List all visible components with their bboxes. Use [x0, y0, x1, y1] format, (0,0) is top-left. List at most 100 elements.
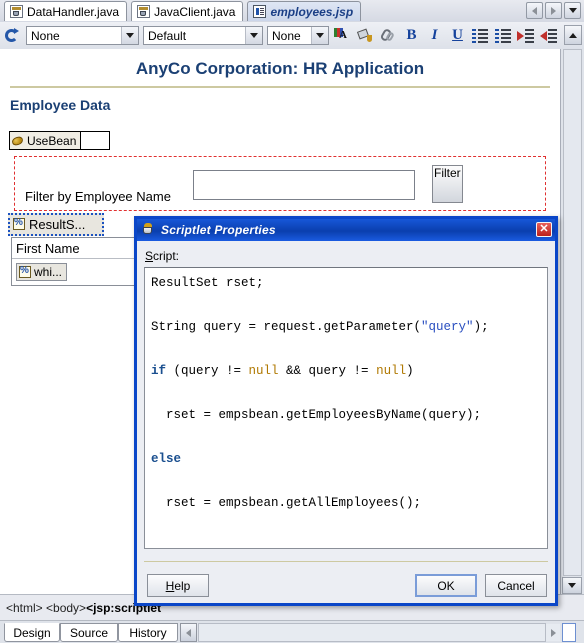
editor-tab-strip: DataHandler.java JavaClient.java employe…: [0, 0, 584, 23]
bold-icon[interactable]: B: [402, 26, 421, 45]
tab-source[interactable]: Source: [60, 623, 118, 642]
page-title: AnyCo Corporation: HR Application: [135, 59, 425, 78]
chevron-down-icon[interactable]: [311, 27, 328, 44]
font-size-combo[interactable]: None: [267, 26, 329, 45]
tab-history[interactable]: History: [118, 623, 178, 642]
jsp-file-icon: [253, 5, 267, 18]
bean-icon: [12, 136, 24, 146]
title-divider: [10, 86, 550, 88]
breadcrumb-prefix: <html> <body>: [6, 600, 87, 615]
usebean-body: [81, 132, 110, 149]
chevron-down-icon: [568, 583, 576, 588]
filter-name-input[interactable]: [193, 170, 415, 200]
java-cup-icon: [141, 223, 156, 237]
tab-design[interactable]: Design: [4, 623, 60, 642]
horizontal-scroll-right-button[interactable]: [546, 624, 560, 641]
link-icon[interactable]: [379, 26, 398, 45]
help-button[interactable]: Help: [147, 574, 209, 597]
editor-tab-label: JavaClient.java: [154, 4, 236, 19]
cancel-button[interactable]: Cancel: [485, 574, 547, 597]
code-line: rset = empsbean.getAllEmployees();: [151, 496, 422, 510]
usebean-label: UseBean: [27, 133, 77, 148]
font-combo[interactable]: Default: [143, 26, 263, 45]
breadcrumb-spacer: [560, 594, 584, 620]
tab-next-button[interactable]: [545, 2, 562, 19]
filter-submit-button[interactable]: Filter: [432, 165, 463, 203]
editor-tab-javaclient[interactable]: JavaClient.java: [131, 1, 244, 21]
editor-tab-datahandler[interactable]: DataHandler.java: [4, 1, 128, 21]
font-color-icon[interactable]: [333, 26, 352, 45]
tab-prev-button[interactable]: [526, 2, 543, 19]
dialog-body: Script: ResultSet rset; String query = r…: [137, 241, 555, 606]
unordered-list-icon[interactable]: [494, 26, 513, 45]
format-toolbar: None Default None B I U: [0, 22, 584, 50]
vertical-scroll-down-button[interactable]: [562, 577, 582, 594]
chevron-down-icon: [568, 8, 577, 13]
editor-tab-employees-jsp[interactable]: employees.jsp: [247, 1, 362, 21]
canvas-vertical-scrollbar[interactable]: [560, 49, 584, 594]
outdent-icon[interactable]: [540, 26, 559, 45]
section-heading: Employee Data: [10, 97, 111, 113]
italic-icon[interactable]: I: [425, 26, 444, 45]
resultset-scriptlet-chip[interactable]: ResultS...: [8, 213, 104, 236]
usebean-widget[interactable]: UseBean: [9, 131, 111, 150]
scrollbar-corner: [562, 623, 576, 642]
chevron-left-icon: [186, 628, 191, 637]
toolbar-scroll-up-button[interactable]: [564, 25, 582, 45]
dialog-title: Scriptlet Properties: [161, 223, 276, 237]
underline-icon[interactable]: U: [448, 26, 467, 45]
jdeveloper-jsp-visual-editor: DataHandler.java JavaClient.java employe…: [0, 0, 584, 643]
while-chip-label: whi...: [34, 265, 63, 279]
code-line: String query = request.getParameter("que…: [151, 320, 489, 334]
fill-color-icon[interactable]: [356, 26, 375, 45]
dialog-divider: [144, 561, 548, 562]
chevron-right-icon: [551, 6, 556, 15]
chevron-down-icon[interactable]: [121, 27, 138, 44]
table-column-header: First Name: [12, 238, 135, 259]
employee-data-table[interactable]: First Name whi...: [11, 237, 136, 286]
vertical-scroll-track[interactable]: [563, 49, 582, 576]
chevron-left-icon: [532, 6, 537, 15]
code-line: if (query != null && query != null): [151, 364, 414, 378]
scriptlet-properties-dialog[interactable]: Scriptlet Properties ✕ Script: ResultSet…: [134, 216, 558, 606]
view-tab-strip: Design Source History: [0, 620, 584, 643]
ok-button[interactable]: OK: [415, 574, 477, 597]
tab-navigation-group: [526, 2, 581, 19]
chevron-down-icon[interactable]: [245, 27, 262, 44]
indent-icon[interactable]: [517, 26, 536, 45]
script-field-label: Script:: [145, 249, 180, 263]
font-combo-value: Default: [148, 28, 187, 43]
horizontal-scroll-track[interactable]: [198, 623, 546, 642]
editor-tab-label: employees.jsp: [270, 4, 354, 19]
style-combo[interactable]: None: [26, 26, 139, 45]
code-line: rset = empsbean.getEmployeesByName(query…: [151, 408, 482, 422]
editor-tab-label: DataHandler.java: [27, 4, 120, 19]
chevron-right-icon: [550, 628, 556, 637]
while-scriptlet-chip[interactable]: whi...: [16, 263, 68, 281]
tab-list-button[interactable]: [564, 2, 581, 19]
filter-form-region[interactable]: Filter by Employee Name Filter: [14, 156, 546, 211]
refresh-icon[interactable]: [3, 26, 22, 45]
scroll-up-icon: [569, 32, 577, 38]
resultset-chip-label: ResultS...: [29, 217, 86, 232]
ordered-list-icon[interactable]: [471, 26, 490, 45]
filter-form-label: Filter by Employee Name: [25, 189, 171, 204]
usebean-chip[interactable]: UseBean: [10, 132, 82, 149]
font-size-combo-value: None: [272, 28, 301, 43]
horizontal-scroll-left-button[interactable]: [180, 623, 197, 642]
table-row[interactable]: whi...: [12, 259, 135, 285]
script-textarea[interactable]: ResultSet rset; String query = request.g…: [144, 267, 548, 549]
java-file-icon: [10, 5, 23, 18]
scriptlet-icon: [19, 265, 32, 279]
script-code: ResultSet rset; String query = request.g…: [151, 272, 541, 514]
close-icon[interactable]: ✕: [536, 222, 552, 237]
code-line: else: [151, 452, 182, 466]
dialog-titlebar[interactable]: Scriptlet Properties ✕: [137, 219, 555, 241]
scriptlet-icon: [13, 217, 26, 231]
code-line: ResultSet rset;: [151, 276, 264, 290]
